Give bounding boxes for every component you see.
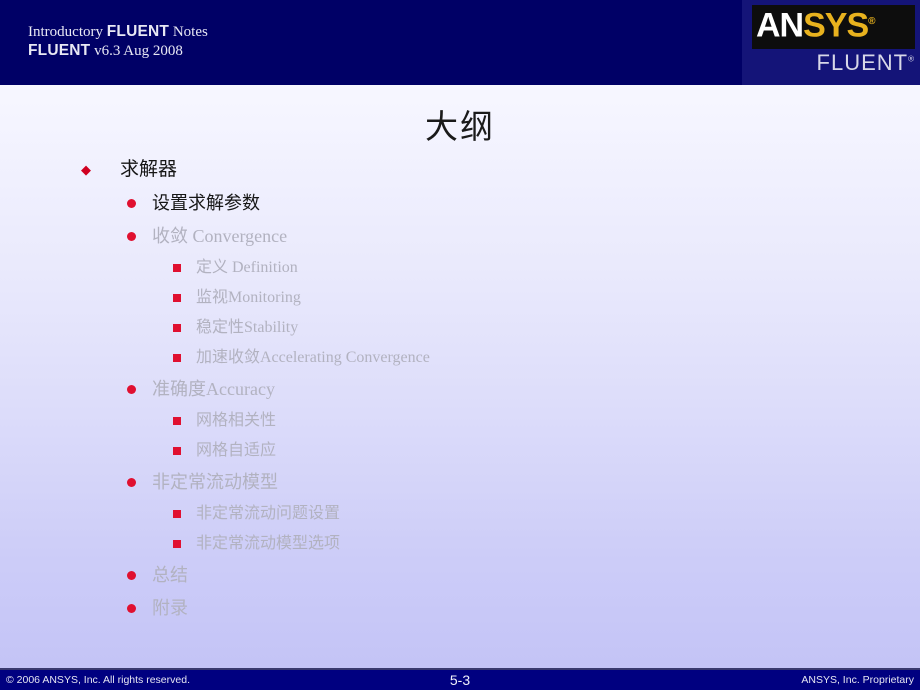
registered-trademark-icon: ®: [868, 16, 875, 27]
outline-item-label: 准确度Accuracy: [152, 379, 275, 399]
diamond-bullet-icon: ◆: [81, 162, 91, 177]
square-bullet-icon: [173, 447, 181, 455]
outline-item-label: 加速收敛Accelerating Convergence: [196, 349, 430, 366]
outline-item-level-3: 加速收敛Accelerating Convergence: [0, 343, 860, 373]
outline-item-label: 网格自适应: [196, 442, 277, 459]
header-course-title: Introductory FLUENT Notes FLUENT v6.3 Au…: [28, 22, 208, 60]
outline-item-level-3: 非定常流动问题设置: [0, 499, 860, 529]
header-line1-intro: Introductory: [28, 24, 107, 40]
header-title-line-2: FLUENT v6.3 Aug 2008: [28, 41, 208, 60]
outline-item-level-2: 总结: [0, 559, 860, 592]
header-line2-version: v6.3 Aug 2008: [90, 43, 183, 59]
outline-item-label: 非定常流动模型选项: [196, 535, 341, 552]
header-title-line-1: Introductory FLUENT Notes: [28, 22, 208, 41]
ansys-wordmark: ANSYS®: [756, 1, 876, 46]
outline-item-label: 设置求解参数: [152, 193, 260, 213]
fluent-wordmark-text: FLUENT: [816, 50, 909, 75]
outline-item-label: 定义 Definition: [196, 259, 298, 276]
square-bullet-icon: [173, 540, 181, 548]
outline-item-level-2: 附录: [0, 592, 860, 625]
outline-item-label: 总结: [152, 565, 188, 585]
slide-footer-bar: © 2006 ANSYS, Inc. All rights reserved. …: [0, 670, 920, 690]
fluent-wordmark: FLUENT®: [752, 50, 915, 76]
header-line1-fluent: FLUENT: [106, 23, 170, 40]
outline-item-label: 收敛 Convergence: [152, 226, 288, 246]
outline-item-level-3: 网格相关性: [0, 406, 860, 436]
outline-item-label: 稳定性Stability: [196, 319, 299, 336]
round-bullet-icon: [127, 478, 136, 487]
fluent-registered-trademark-icon: ®: [908, 54, 915, 64]
outline-item-level-3: 网格自适应: [0, 436, 860, 466]
outline-item-level-3: 稳定性Stability: [0, 313, 860, 343]
outline-item-label: 非定常流动模型: [152, 472, 278, 492]
outline-list: ◆ 求解器设置求解参数收敛 Convergence 定义 Definition 监视M…: [0, 155, 860, 625]
outline-item-level-3: 监视Monitoring: [0, 283, 860, 313]
slide: Introductory FLUENT Notes FLUENT v6.3 Au…: [0, 0, 920, 690]
outline-item-level-3: 非定常流动模型选项: [0, 529, 860, 559]
round-bullet-icon: [127, 571, 136, 580]
ansys-wordmark-an: AN: [756, 6, 804, 45]
outline-item-level-2: 收敛 Convergence: [0, 220, 860, 253]
outline-item-level-3: 定义 Definition: [0, 253, 860, 283]
round-bullet-icon: [127, 385, 136, 394]
outline-item-label: 附录: [152, 598, 188, 618]
outline-item-level-2: 设置求解参数: [0, 187, 860, 220]
round-bullet-icon: [127, 232, 136, 241]
square-bullet-icon: [173, 354, 181, 362]
slide-header-bar: Introductory FLUENT Notes FLUENT v6.3 Au…: [0, 0, 920, 85]
round-bullet-icon: [127, 199, 136, 208]
square-bullet-icon: [173, 324, 181, 332]
round-bullet-icon: [127, 604, 136, 613]
square-bullet-icon: [173, 264, 181, 272]
ansys-fluent-logo: ANSYS® FLUENT®: [742, 0, 920, 85]
square-bullet-icon: [173, 510, 181, 518]
square-bullet-icon: [173, 294, 181, 302]
outline-item-label: 网格相关性: [196, 412, 277, 429]
outline-item-level-2: 非定常流动模型: [0, 466, 860, 499]
slide-title: 大纲: [425, 110, 495, 146]
outline-item-label: 监视Monitoring: [196, 289, 301, 306]
ansys-wordmark-sys: SYS: [803, 6, 869, 45]
header-line1-notes: Notes: [169, 24, 208, 40]
outline-item-level-2: 准确度Accuracy: [0, 373, 860, 406]
square-bullet-icon: [173, 417, 181, 425]
footer-proprietary-notice: ANSYS, Inc. Proprietary: [801, 674, 914, 686]
footer-page-number: 5-3: [449, 672, 471, 688]
outline-item-level-1: ◆ 求解器: [0, 155, 860, 187]
header-line2-fluent: FLUENT: [28, 42, 91, 59]
outline-item-label: 求解器: [120, 159, 178, 180]
outline-item-label: 非定常流动问题设置: [196, 505, 341, 522]
